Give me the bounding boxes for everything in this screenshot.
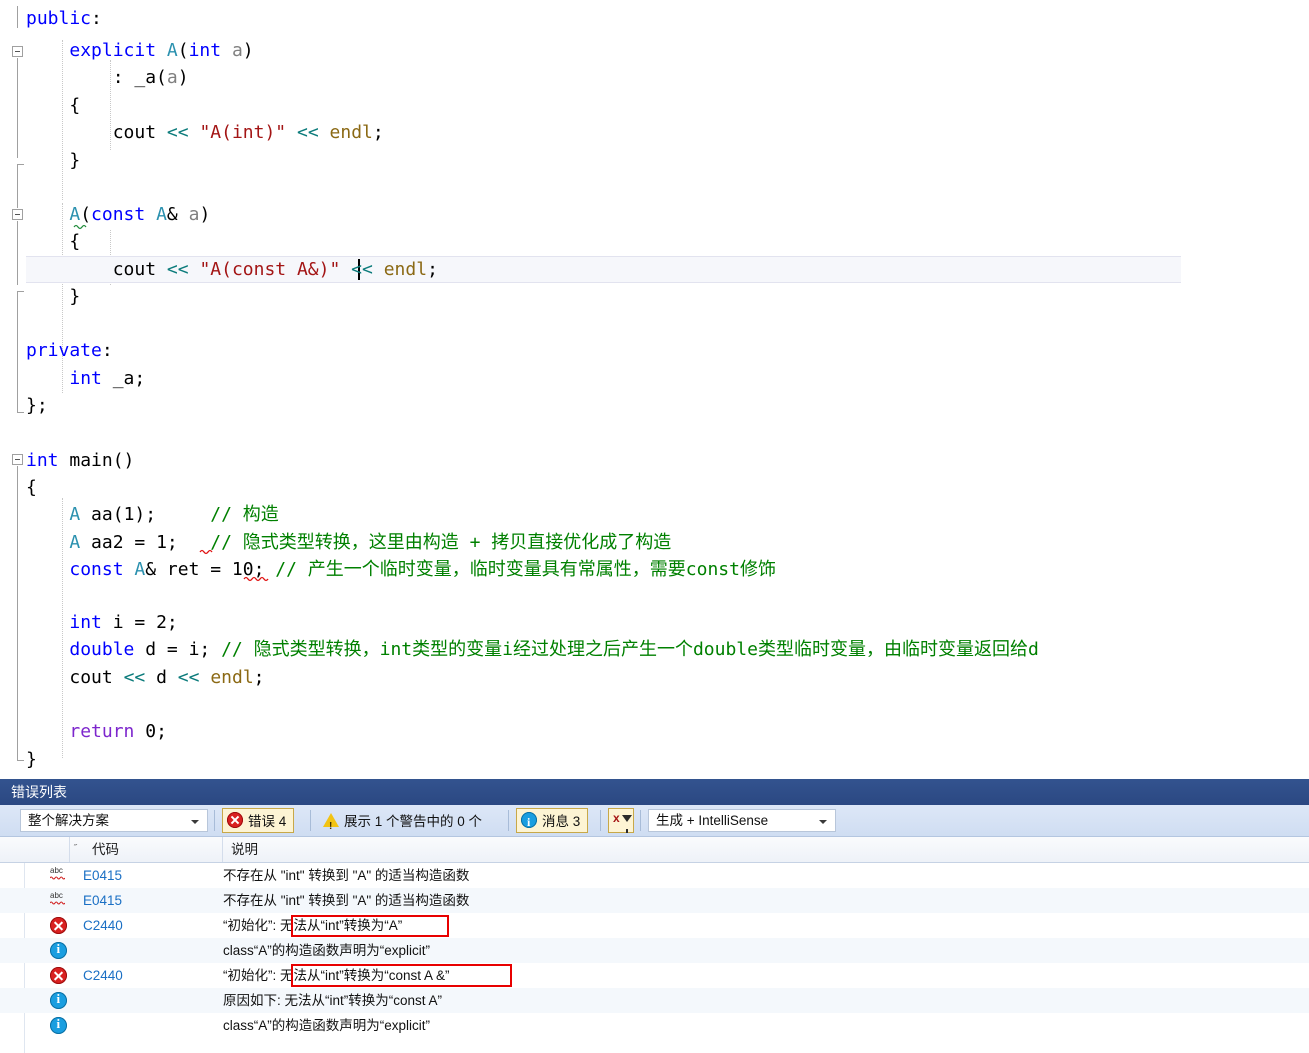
column-header-code[interactable]: ˝ 代码 [70,837,223,862]
row-code[interactable]: C2440 [83,963,123,988]
source-select[interactable]: 生成 + IntelliSense [648,809,836,832]
messages-filter-toggle[interactable]: 消息 3 [516,808,589,834]
error-list-titlebar[interactable]: 错误列表 [0,779,1309,805]
info-icon [50,941,67,959]
errors-filter-toggle[interactable]: 错误 4 [222,808,295,833]
source-select-value: 生成 + IntelliSense [656,813,769,828]
error-icon [50,917,67,934]
red-squiggle-ret [243,576,269,582]
code-line-4: { [69,95,81,116]
toolbar-separator [600,810,601,831]
warnings-filter-toggle[interactable]: 展示 1 个警告中的 0 个 [318,808,490,838]
column-header-severity[interactable] [25,837,70,862]
info-icon [50,1016,67,1034]
code-line-10: cout << "A(const A&)" << endl; [112,259,438,280]
error-icon [50,967,67,984]
funnel-icon [622,815,632,833]
error-list-toolbar[interactable]: 整个解决方案 错误 4 展示 1 个警告中的 0 个 消息 3 x 生成 + I… [0,805,1309,838]
chevron-down-icon [819,820,827,824]
table-row[interactable]: C2440 “初始化”: 无法从“int”转换为“A” [0,913,1309,938]
code-line-6: } [69,150,81,171]
row-description: 不存在从 "int" 转换到 "A" 的适当构造函数 [223,868,470,883]
errors-filter-label: 错误 4 [248,813,287,829]
code-line-25: cout << d << endl; [69,667,265,688]
clear-filter-icon: x [613,811,620,825]
sort-glyph-icon: ˝ [72,843,77,853]
row-code[interactable]: E0415 [83,863,122,888]
code-line-5: cout << "A(int)" << endl; [112,122,384,143]
green-squiggle-copy-ctor [73,224,87,230]
code-line-28: } [26,749,37,770]
row-description: class“A”的构造函数声明为“explicit” [223,943,431,958]
toolbar-separator [310,810,311,831]
code-line-27: return 0; [69,721,167,742]
error-list-grid[interactable]: abc E0415 不存在从 "int" 转换到 "A" 的适当构造函数 abc… [0,863,1309,1053]
column-header-code-label: 代码 [92,842,119,857]
row-code[interactable]: C2440 [83,913,123,938]
info-icon [50,991,67,1009]
info-icon [521,811,537,834]
scope-select-value: 整个解决方案 [28,813,109,828]
toolbar-separator [640,810,641,831]
row-description: “初始化”: 无法从“int”转换为“A” [223,918,403,933]
code-line-15: }; [26,395,48,416]
warning-icon [323,813,339,838]
row-description: “初始化”: 无法从“int”转换为“const A &” [223,968,450,983]
row-description: 原因如下: 无法从“int”转换为“const A” [223,993,443,1008]
table-row[interactable]: C2440 “初始化”: 无法从“int”转换为“const A &” [0,963,1309,988]
toolbar-separator [508,810,509,831]
error-icon [227,812,243,829]
toolbar-separator [214,810,215,831]
column-header-description[interactable]: 说明 [223,837,1309,862]
row-description: class“A”的构造函数声明为“explicit” [223,1018,431,1033]
code-line-3: : _a(a) [112,67,189,88]
code-line-13: private: [26,340,113,361]
code-line-21: const A& ret = 10; // 产生一个临时变量，临时变量具有常属性… [69,559,776,580]
messages-filter-label: 消息 3 [542,813,581,829]
code-line-20: A aa2 = 1; // 隐式类型转换，这里由构造 + 拷贝直接优化成了构造 [69,532,672,553]
code-line-1: public: [26,8,102,29]
table-row[interactable]: 原因如下: 无法从“int”转换为“const A” [0,988,1309,1013]
code-line-2: explicit A(int a) [69,40,254,61]
code-surface[interactable]: public: explicit A(int a) : _a(a) { cout… [0,0,1309,779]
warnings-filter-label: 展示 1 个警告中的 0 个 [344,813,483,829]
chevron-down-icon [191,820,199,824]
code-line-9: { [69,231,81,252]
red-squiggle-aa2 [199,549,213,555]
error-list-column-headers[interactable]: ˝ 代码 说明 [0,837,1309,863]
intellisense-icon: abc [50,866,67,884]
table-row[interactable]: class“A”的构造函数声明为“explicit” [0,1013,1309,1038]
code-line-24: double d = i; // 隐式类型转换，int类型的变量i经过处理之后产… [69,639,1039,660]
table-row[interactable]: abc E0415 不存在从 "int" 转换到 "A" 的适当构造函数 [0,863,1309,888]
code-line-19: A aa(1); // 构造 [69,504,279,525]
panel-title: 错误列表 [11,784,67,800]
code-line-8: A(const A& a) [69,204,211,225]
scope-select[interactable]: 整个解决方案 [20,809,208,832]
code-editor[interactable]: public: explicit A(int a) : _a(a) { cout… [0,0,1309,779]
row-description: 不存在从 "int" 转换到 "A" 的适当构造函数 [223,893,470,908]
clear-filter-button[interactable]: x [608,808,634,833]
table-row[interactable]: class“A”的构造函数声明为“explicit” [0,938,1309,963]
error-list-panel[interactable]: 错误列表 整个解决方案 错误 4 展示 1 个警告中的 0 个 消息 3 x 生… [0,779,1309,1053]
code-line-23: int i = 2; [69,612,178,633]
code-line-11: } [69,286,81,307]
row-code[interactable]: E0415 [83,888,122,913]
table-row[interactable]: abc E0415 不存在从 "int" 转换到 "A" 的适当构造函数 [0,888,1309,913]
code-line-14: int _a; [69,368,146,389]
intellisense-icon: abc [50,891,67,909]
code-line-17: int main() [26,450,135,471]
code-line-18: { [26,477,37,498]
